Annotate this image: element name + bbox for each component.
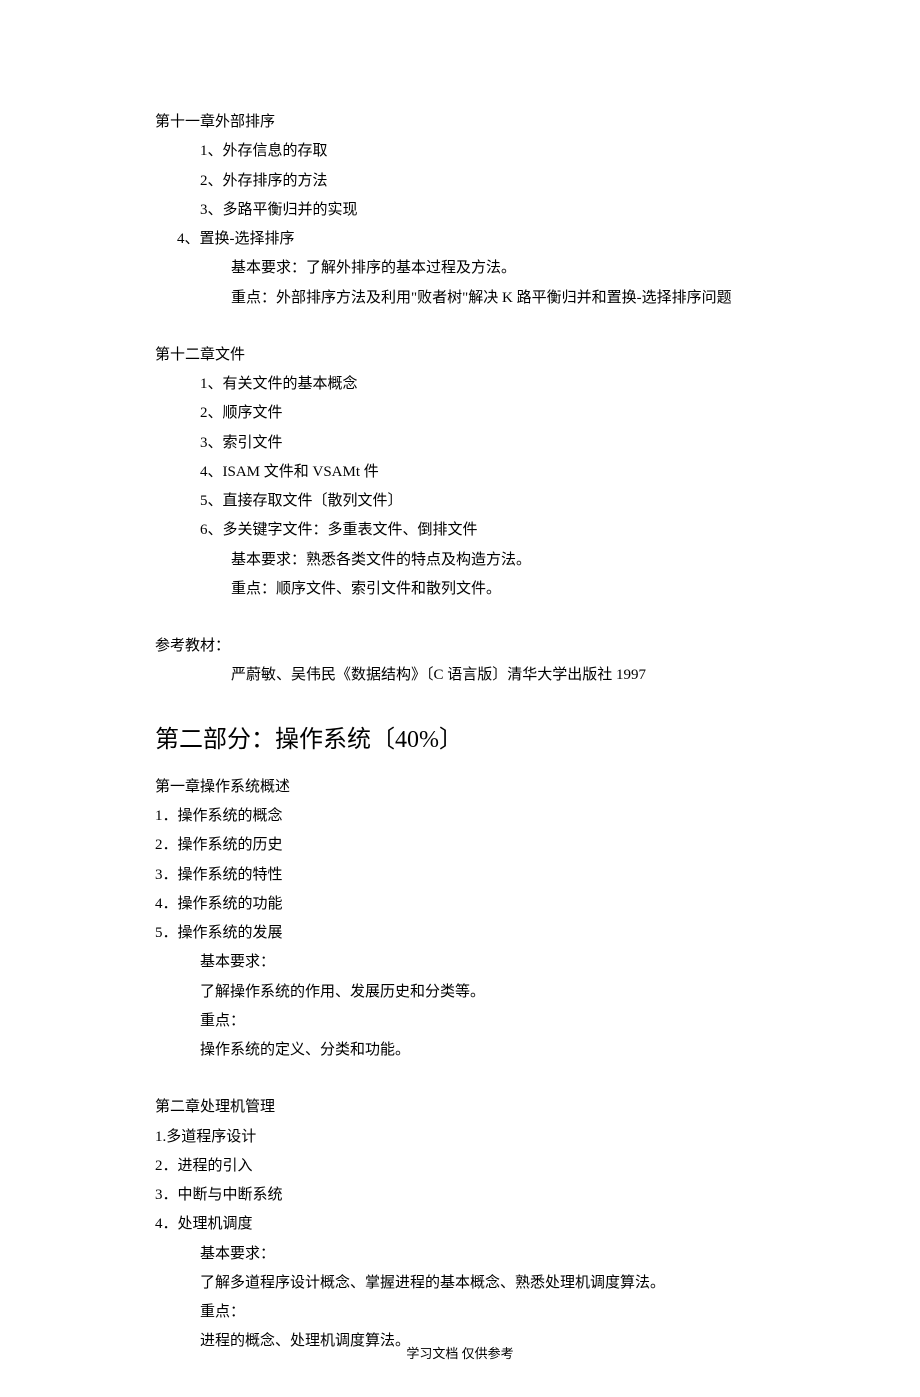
ch11-keypoint: 重点：外部排序方法及利用"败者树"解决 K 路平衡归并和置换-选择排序问题 [155, 284, 765, 313]
os1-item: 1．操作系统的概念 [155, 802, 765, 831]
ch12-item: 3、索引文件 [155, 429, 765, 458]
os1-requirement-label: 基本要求： [155, 948, 765, 977]
os2-item: 2．进程的引入 [155, 1152, 765, 1181]
chapter-12-title: 第十二章文件 [155, 341, 765, 370]
ch12-item: 5、直接存取文件〔散列文件〕 [155, 487, 765, 516]
ch12-item: 4、ISAM 文件和 VSAMt 件 [155, 458, 765, 487]
os2-item: 1.多道程序设计 [155, 1123, 765, 1152]
reference-text: 严蔚敏、吴伟民《数据结构》〔C 语言版〕清华大学出版社 1997 [155, 661, 765, 690]
page-footer: 学习文档 仅供参考 [0, 1341, 920, 1366]
os-chapter-2-title: 第二章处理机管理 [155, 1093, 765, 1122]
ch11-item: 3、多路平衡归并的实现 [155, 196, 765, 225]
os1-item: 5．操作系统的发展 [155, 919, 765, 948]
document-page: 第十一章外部排序 1、外存信息的存取 2、外存排序的方法 3、多路平衡归并的实现… [0, 0, 920, 1397]
os2-item: 3．中断与中断系统 [155, 1181, 765, 1210]
ch11-requirement: 基本要求：了解外排序的基本过程及方法。 [155, 254, 765, 283]
os-chapter-1-title: 第一章操作系统概述 [155, 773, 765, 802]
ch11-item-4: 4、置换-选择排序 [155, 225, 765, 254]
os2-item: 4．处理机调度 [155, 1210, 765, 1239]
os2-requirement-label: 基本要求： [155, 1240, 765, 1269]
ch12-item: 6、多关键字文件：多重表文件、倒排文件 [155, 516, 765, 545]
ch11-item: 1、外存信息的存取 [155, 137, 765, 166]
os2-requirement: 了解多道程序设计概念、掌握进程的基本概念、熟悉处理机调度算法。 [155, 1269, 765, 1298]
ch12-item: 1、有关文件的基本概念 [155, 370, 765, 399]
ch11-item: 2、外存排序的方法 [155, 167, 765, 196]
ch12-item: 2、顺序文件 [155, 399, 765, 428]
os1-keypoint: 操作系统的定义、分类和功能。 [155, 1036, 765, 1065]
os1-requirement: 了解操作系统的作用、发展历史和分类等。 [155, 978, 765, 1007]
chapter-11-title: 第十一章外部排序 [155, 108, 765, 137]
ch12-keypoint: 重点：顺序文件、索引文件和散列文件。 [155, 575, 765, 604]
os1-item: 4．操作系统的功能 [155, 890, 765, 919]
os1-keypoint-label: 重点： [155, 1007, 765, 1036]
reference-label: 参考教材： [155, 632, 765, 661]
os1-item: 2．操作系统的历史 [155, 831, 765, 860]
os1-item: 3．操作系统的特性 [155, 861, 765, 890]
ch12-requirement: 基本要求：熟悉各类文件的特点及构造方法。 [155, 546, 765, 575]
part-2-heading: 第二部分：操作系统〔40%〕 [155, 691, 765, 773]
